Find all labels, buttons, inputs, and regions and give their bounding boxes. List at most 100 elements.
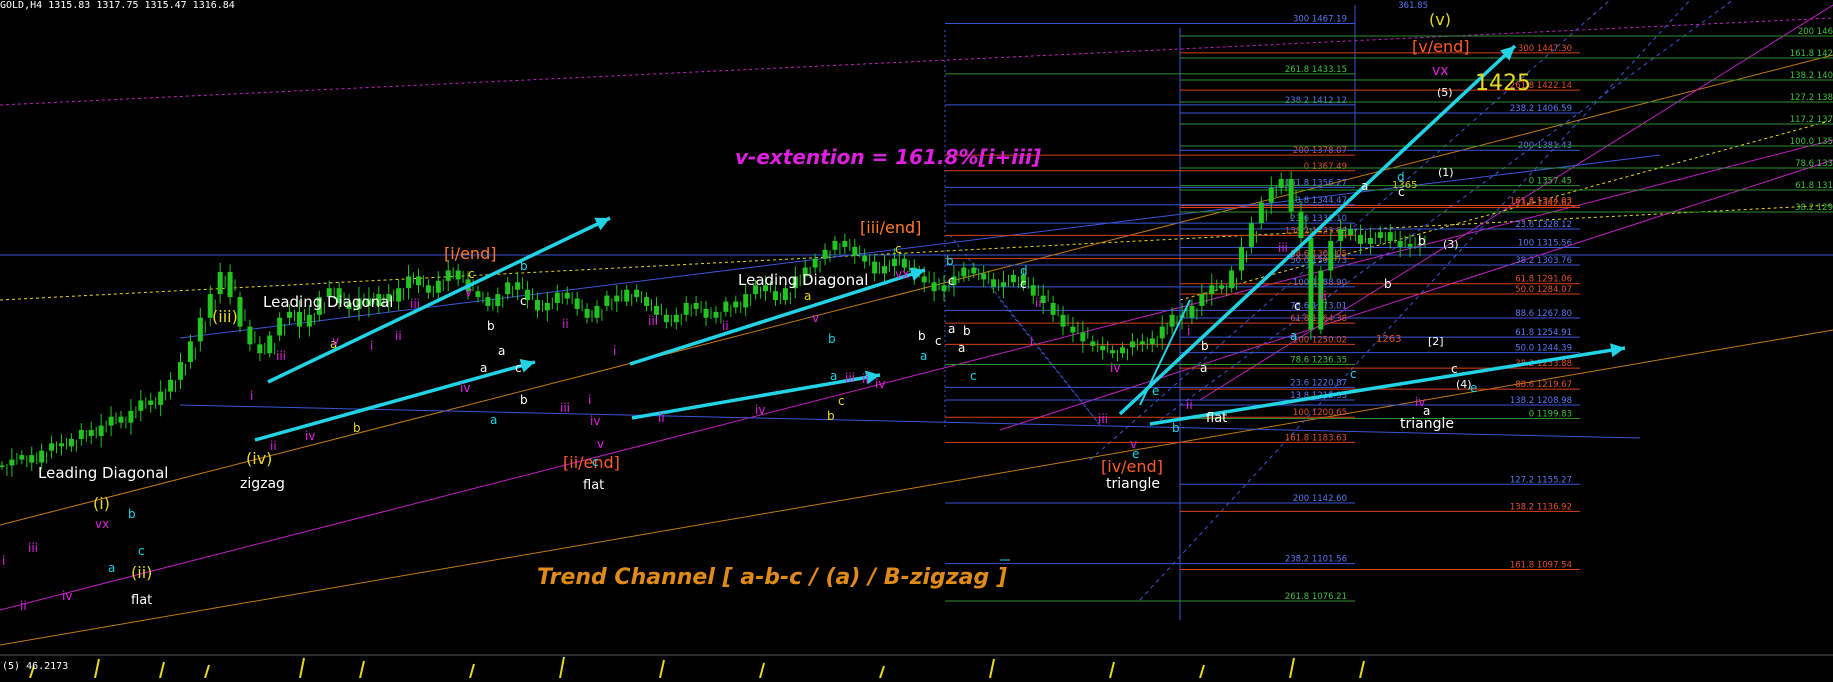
indicator-stroke (1289, 657, 1295, 679)
price-chart[interactable]: 300 1467.19 300 1447.30 261.8 1433.15 261.8… (0, 0, 1833, 679)
candle-body (197, 317, 203, 342)
candle-body (1397, 240, 1403, 247)
wave-count-label: ii (1320, 289, 1327, 303)
wave-count-label: d (1020, 264, 1028, 278)
wave-count-label: iii (28, 541, 38, 555)
candle-body (634, 289, 640, 298)
candle-body (1377, 232, 1383, 238)
wave-count-label: i (613, 344, 616, 358)
wave-count-label: c (970, 369, 977, 383)
candle-body (1149, 338, 1155, 345)
candle-body (931, 282, 937, 292)
wave-count-label: b (520, 259, 528, 273)
candle-body (445, 270, 451, 281)
candle-body (852, 246, 858, 256)
candle-body (515, 282, 521, 290)
wave-count-label: iii (1278, 241, 1288, 255)
wave-count-label: a (498, 344, 505, 358)
candle-body (1120, 347, 1126, 354)
candle-body (1129, 341, 1135, 348)
indicator-stroke (989, 658, 995, 679)
wave-count-label: a (948, 322, 955, 336)
wave-count-label: c (138, 544, 145, 558)
wave-count-label: i (588, 393, 591, 407)
wave-count-label: b (963, 324, 971, 338)
fib-level-label: 238.2 1406.59 (1510, 104, 1572, 114)
indicator-stroke (469, 663, 475, 679)
candle-body (683, 302, 689, 315)
candle-body (267, 335, 273, 354)
candle-body (247, 326, 253, 345)
fib-level-label: 200 1142.60 (1293, 494, 1347, 504)
fib-level-label: 200 1378.07 (1293, 146, 1347, 156)
wave-count-label: a (108, 561, 115, 575)
candle-body (1169, 314, 1175, 327)
candle-body (138, 400, 144, 411)
candle-body (9, 459, 15, 466)
blue-channel-upper (179, 154, 1661, 339)
wave-count-label: iii (1098, 412, 1108, 426)
candle-body (1070, 326, 1076, 333)
fib-level-label: 238.2 1412.12 (1285, 96, 1347, 106)
candle-body (971, 267, 977, 274)
candle-body (534, 300, 540, 311)
candle-body (396, 288, 402, 302)
candle-body (981, 273, 987, 280)
wave-count-label: ii (722, 319, 729, 333)
wave-count-label: b (918, 329, 926, 343)
candle-body (1328, 240, 1334, 271)
label-1263: 1263 (1376, 334, 1401, 345)
candle-body (723, 301, 729, 312)
wave-count-label: iii (410, 297, 420, 311)
candle-body (1268, 187, 1274, 203)
candle-body (68, 438, 74, 447)
arrow-up-6-head (1610, 343, 1625, 358)
candle-body (1278, 178, 1284, 188)
chart-svg: 300 1467.19 300 1447.30 261.8 1433.15 261.8… (0, 0, 1833, 679)
wave-count-label: b (1172, 421, 1180, 435)
label-5: (5) (1437, 86, 1453, 99)
wave-count-label: c (895, 242, 902, 256)
right-edge-level-label: 117.2 137 (1790, 115, 1833, 125)
candle-body (1288, 178, 1294, 212)
candle-body (1358, 235, 1364, 244)
fib-level-label: 127.2 1155.27 (1510, 475, 1572, 485)
wave-count-label: i (250, 389, 253, 403)
symbol-label: GOLD,H4 (0, 0, 43, 11)
wave-count-label: e (1152, 384, 1159, 398)
candle-body (882, 266, 888, 274)
wave-count-label: b (946, 254, 954, 268)
wave-count-label: iii (560, 401, 570, 415)
label-vx-top: vx (1432, 63, 1449, 79)
indicator-stroke (359, 660, 365, 679)
wave-count-label: ii (20, 599, 27, 613)
candle-body (0, 465, 5, 467)
wave-count-label: a (830, 369, 837, 383)
wave-count-label: d (1397, 170, 1405, 184)
candle-body (1348, 229, 1354, 236)
label-2: [2] (1428, 335, 1444, 348)
candle-body (644, 297, 650, 306)
candle-body (475, 291, 481, 298)
wave-count-label: e (1470, 381, 1477, 395)
wave-count-label: a (1290, 329, 1297, 343)
wave-count-label: iv (1110, 361, 1120, 375)
wave-count-label: iv (590, 414, 600, 428)
wave-count-label: v (465, 285, 472, 299)
right-edge-level-label: 127.2 138 (1790, 93, 1833, 103)
right-edge-level-label: 161.8 142 (1790, 49, 1833, 59)
wave-count-label: ii (658, 411, 665, 425)
fib-level-label: 23.6 1220.87 (1290, 378, 1347, 388)
candle-body (1258, 202, 1264, 224)
fib-level-label: 50.0 1303.73 (1290, 256, 1347, 266)
candle-body (1338, 229, 1344, 241)
candle-body (782, 288, 788, 301)
candle-body (49, 443, 55, 451)
fib-level-label: 61.8 1254.91 (1515, 328, 1572, 338)
candle-body (158, 391, 164, 405)
wave-count-label: vx (95, 517, 109, 531)
right-edge-level-label: 100.0 135 (1790, 137, 1833, 147)
indicator-readout: (5) 46.2173 (2, 661, 69, 672)
right-edge-level-label: 61.8 131 (1795, 181, 1833, 191)
candle-body (1239, 246, 1245, 271)
